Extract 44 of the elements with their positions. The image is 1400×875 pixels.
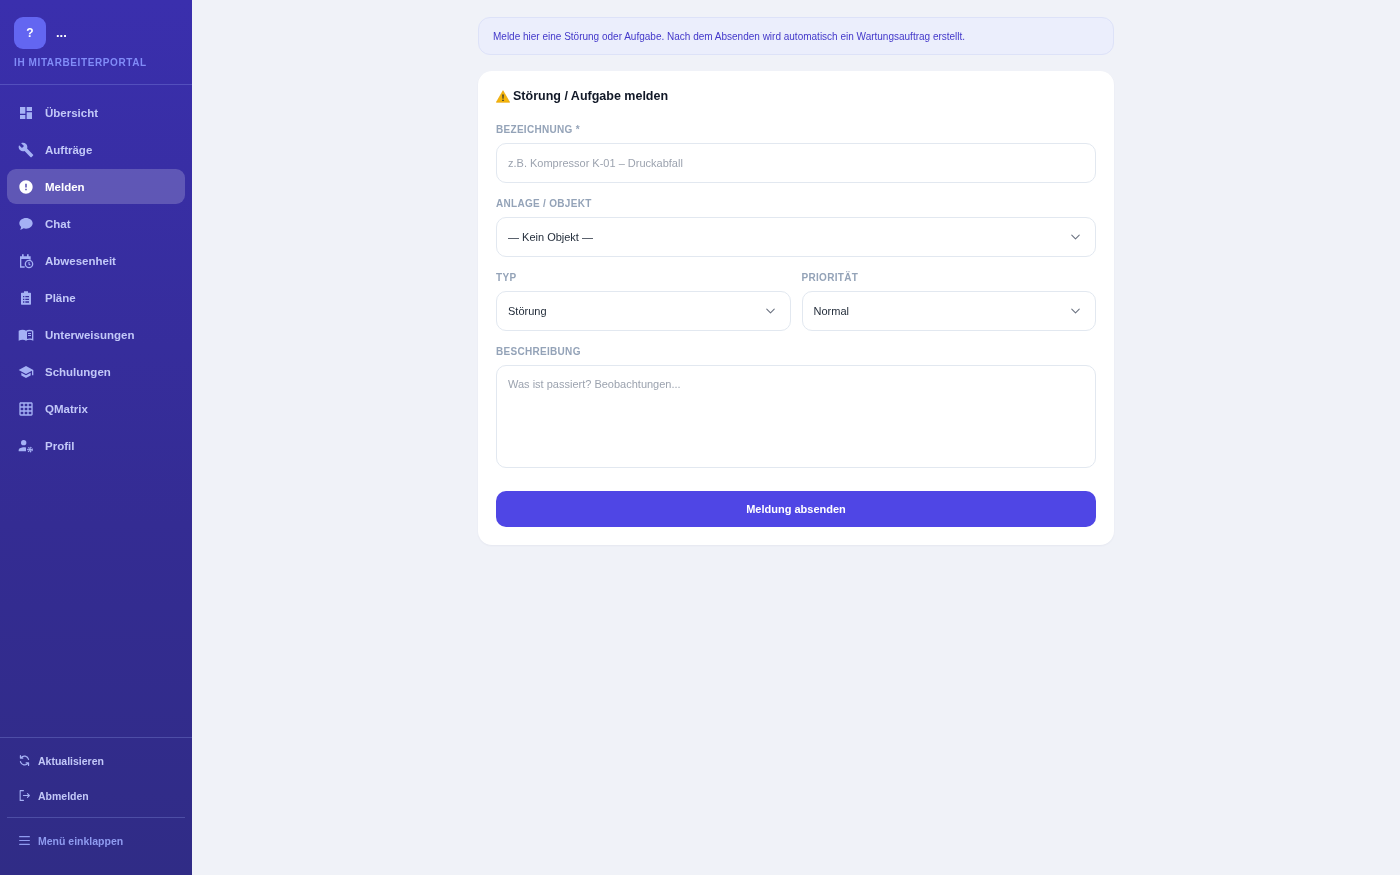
nav-item[interactable]: Chat: [7, 206, 185, 241]
wrench-icon: [18, 141, 34, 158]
grid-icon: [18, 400, 34, 417]
menu-icon: [18, 834, 31, 847]
form-title: Störung / Aufgabe melden: [513, 89, 669, 103]
nav-item[interactable]: Melden: [7, 169, 185, 204]
select-field[interactable]: Normal: [801, 291, 1096, 331]
nav-item[interactable]: Profil: [7, 428, 185, 463]
select-field[interactable]: Störung: [496, 291, 791, 331]
textarea-field[interactable]: Was ist passiert? Beobachtungen...: [496, 365, 1096, 468]
field-label: ANLAGE / OBJEKT: [496, 198, 593, 209]
chat-bubble-icon: [18, 215, 34, 232]
field-label: TYP: [496, 272, 518, 283]
refresh-icon: [18, 754, 31, 767]
nav-item[interactable]: Schulungen: [7, 354, 185, 389]
nav-item[interactable]: QMatrix: [7, 391, 185, 426]
portal-title: IH MITARBEITERPORTAL: [14, 57, 148, 69]
warning-icon: [496, 89, 510, 103]
sidebar-action[interactable]: Abmelden: [7, 778, 185, 813]
dashboard-icon: [18, 104, 34, 121]
nav-item[interactable]: Übersicht: [7, 95, 185, 130]
nav-item[interactable]: Aufträge: [7, 132, 185, 167]
nav-item[interactable]: Unterweisungen: [7, 317, 185, 352]
calendar-clock-icon: [18, 252, 34, 269]
field-label: BESCHREIBUNG: [496, 346, 582, 357]
info-banner: Melde hier eine Störung oder Aufgabe. Nach dem Absenden wird automatisch ein Wartungsauftrag erstellt.: [478, 17, 1114, 55]
submit-button[interactable]: Meldung absenden: [496, 491, 1096, 527]
nav-item[interactable]: Pläne: [7, 280, 185, 315]
logout-icon: [18, 789, 31, 802]
sidebar-action[interactable]: Aktualisieren: [7, 743, 185, 778]
field-label: BEZEICHNUNG *: [496, 124, 581, 135]
text-input[interactable]: z.B. Kompressor K-01 – Druckabfall: [496, 143, 1096, 183]
clipboard-list-icon: [18, 289, 34, 306]
chevron-down-icon: [765, 308, 775, 314]
chevron-down-icon: [1071, 234, 1080, 240]
chevron-down-icon: [1071, 308, 1080, 314]
graduation-cap-icon: [18, 363, 34, 380]
field-label: PRIORITÄT: [801, 272, 860, 283]
nav-item[interactable]: Abwesenheit: [7, 243, 185, 278]
select-field[interactable]: — Kein Objekt —: [496, 217, 1096, 257]
user-gear-icon: [18, 437, 34, 454]
collapse-menu-button[interactable]: Menü einklappen: [7, 823, 185, 858]
user-name: ...: [56, 26, 67, 40]
avatar: ?: [14, 17, 46, 49]
